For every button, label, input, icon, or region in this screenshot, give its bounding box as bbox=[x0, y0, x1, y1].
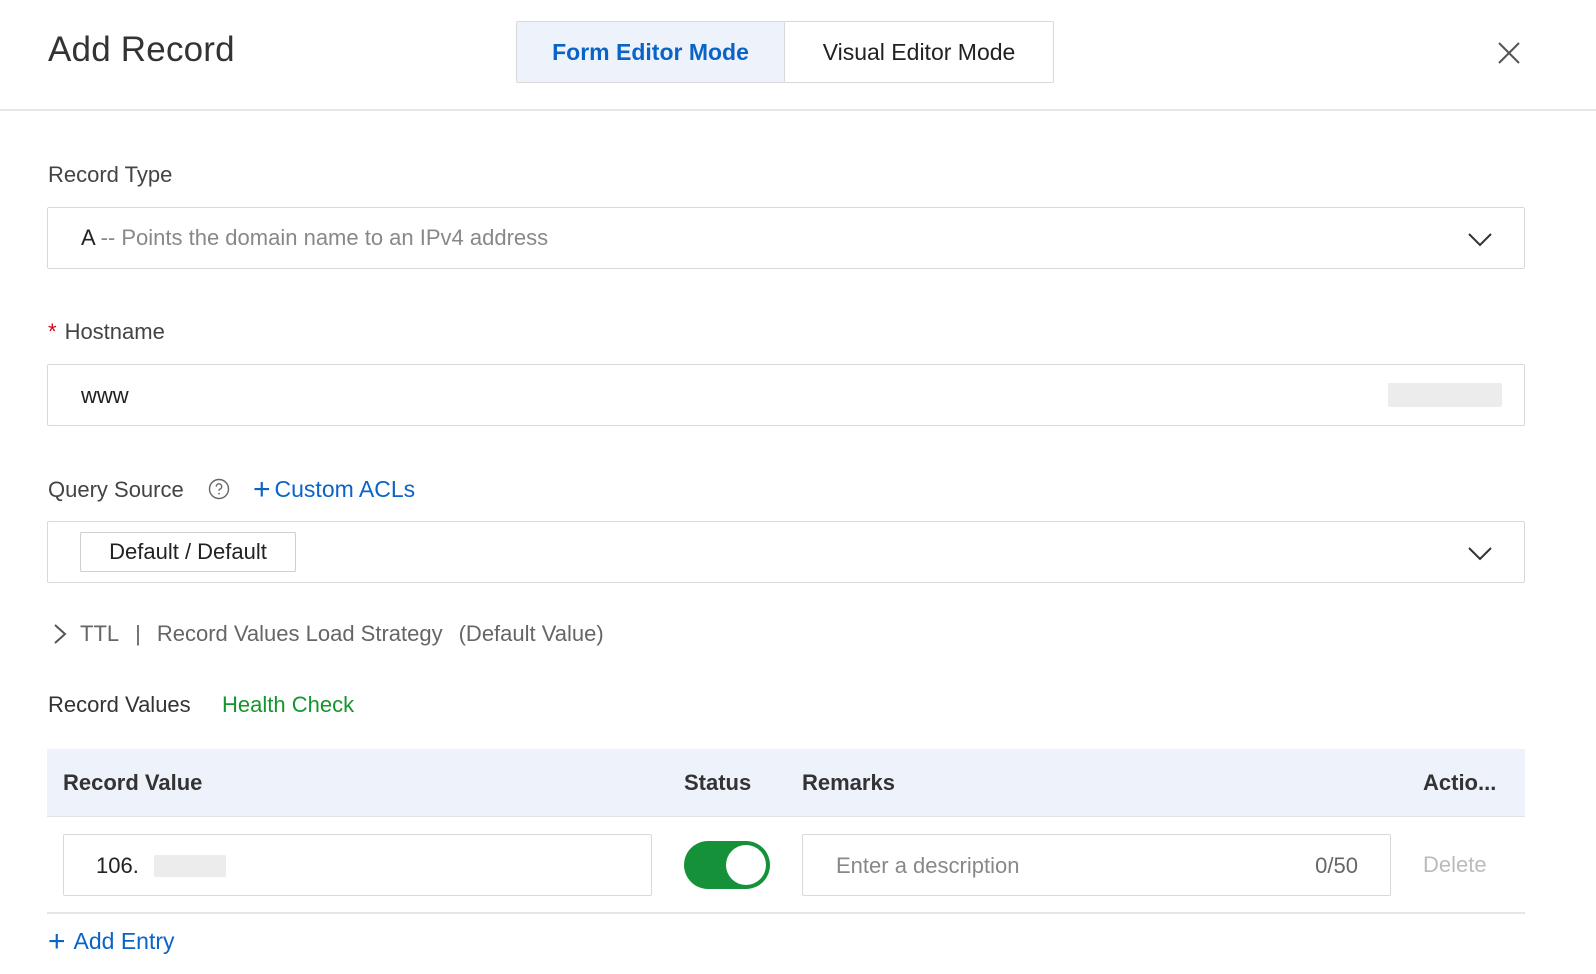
record-value-text: 106. bbox=[96, 853, 139, 878]
remarks-char-count: 0/50 bbox=[1315, 853, 1358, 878]
column-remarks: Remarks bbox=[802, 770, 895, 795]
ttl-separator: | bbox=[135, 621, 141, 646]
record-type-description: -- Points the domain name to an IPv4 add… bbox=[100, 225, 549, 250]
add-entry-button[interactable]: + Add Entry bbox=[48, 924, 175, 958]
column-actions: Actio... bbox=[1423, 770, 1497, 795]
status-toggle[interactable] bbox=[684, 841, 770, 889]
required-mark: * bbox=[48, 319, 57, 344]
editor-mode-switch: Form Editor Mode Visual Editor Mode bbox=[516, 21, 1054, 83]
redacted-domain-suffix bbox=[1388, 383, 1502, 407]
record-type-code: A bbox=[81, 225, 95, 250]
close-icon[interactable] bbox=[1494, 38, 1524, 68]
chevron-right-icon bbox=[54, 624, 67, 644]
hostname-value: www bbox=[81, 383, 129, 408]
advanced-settings-toggle[interactable]: TTL | Record Values Load Strategy (Defau… bbox=[50, 621, 604, 647]
ttl-label: TTL bbox=[80, 621, 120, 646]
record-values-table-header: Record Value Status Remarks Actio... bbox=[47, 749, 1525, 817]
chevron-down-icon bbox=[1468, 233, 1492, 247]
add-entry-label: Add Entry bbox=[73, 928, 175, 954]
hostname-label: * Hostname bbox=[48, 319, 165, 345]
delete-button[interactable]: Delete bbox=[1423, 852, 1487, 878]
query-source-label: Query Source bbox=[48, 477, 184, 502]
column-record-value: Record Value bbox=[63, 770, 203, 795]
form-editor-mode-tab[interactable]: Form Editor Mode bbox=[517, 22, 785, 82]
dialog-title: Add Record bbox=[48, 30, 235, 69]
toggle-knob bbox=[726, 845, 766, 885]
query-source-tag[interactable]: Default / Default bbox=[80, 532, 296, 572]
record-type-value: A -- Points the domain name to an IPv4 a… bbox=[81, 225, 548, 251]
chevron-down-icon bbox=[1468, 547, 1492, 561]
table-row: 106. Enter a description 0/50 Delete bbox=[47, 817, 1525, 914]
plus-icon: + bbox=[253, 472, 271, 506]
dialog-header: Add Record Form Editor Mode Visual Edito… bbox=[0, 0, 1596, 111]
hostname-label-text: Hostname bbox=[64, 319, 165, 344]
redacted-ip-address bbox=[154, 855, 226, 877]
visual-editor-mode-tab[interactable]: Visual Editor Mode bbox=[785, 22, 1053, 82]
record-value-input[interactable]: 106. bbox=[63, 834, 652, 896]
record-values-label: Record Values bbox=[48, 692, 191, 717]
column-status: Status bbox=[684, 770, 752, 795]
custom-acls-label: Custom ACLs bbox=[274, 476, 416, 502]
remarks-input[interactable]: Enter a description 0/50 bbox=[802, 834, 1391, 896]
default-value-note: (Default Value) bbox=[458, 621, 604, 646]
custom-acls-link[interactable]: + Custom ACLs bbox=[253, 472, 416, 506]
help-icon[interactable] bbox=[208, 478, 230, 500]
remarks-placeholder: Enter a description bbox=[836, 853, 1020, 878]
record-type-label: Record Type bbox=[48, 162, 173, 187]
hostname-input[interactable]: www bbox=[47, 364, 1525, 426]
load-strategy-label: Record Values Load Strategy bbox=[156, 621, 443, 646]
plus-icon: + bbox=[48, 924, 66, 958]
record-type-select[interactable]: A -- Points the domain name to an IPv4 a… bbox=[47, 207, 1525, 269]
health-check-link[interactable]: Health Check bbox=[222, 692, 354, 718]
